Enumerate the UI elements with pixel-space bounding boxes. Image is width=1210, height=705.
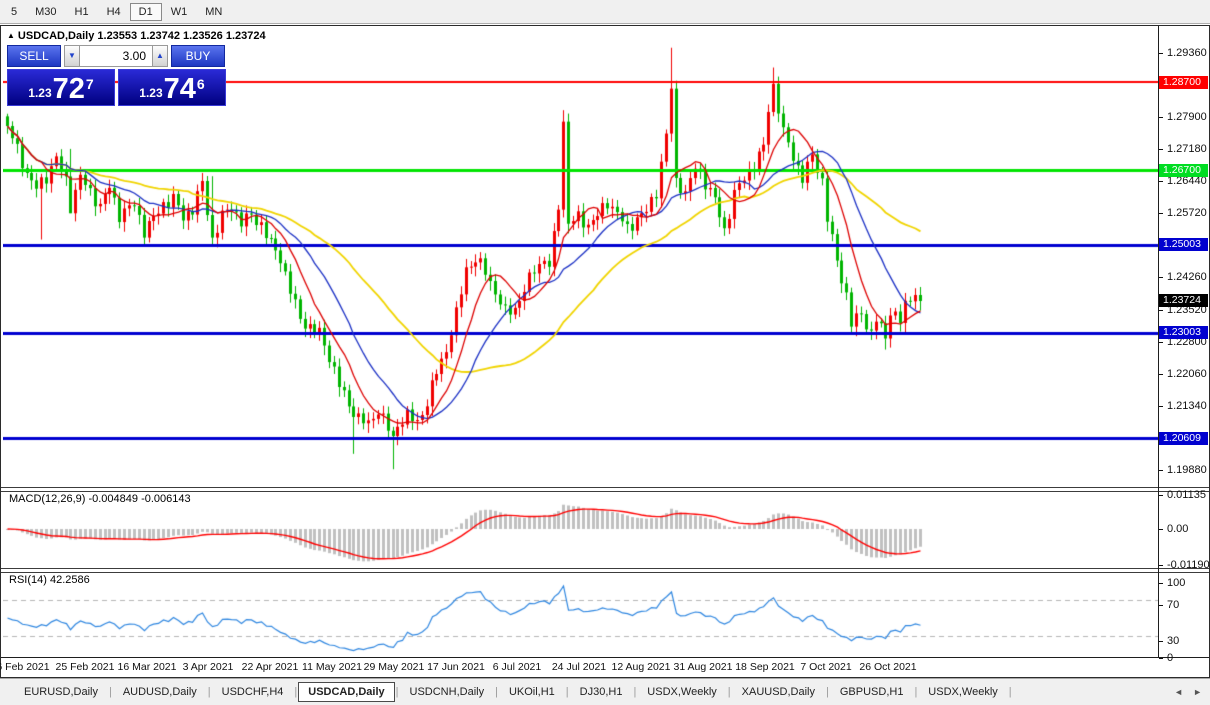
price-tick-label: 1.27180: [1167, 143, 1207, 155]
sell-price-pip: 7: [86, 76, 94, 92]
price-badge: 1.25003: [1159, 238, 1208, 251]
price-tick-mark: [1159, 470, 1163, 471]
tab-usdchf-h4[interactable]: USDCHF,H4: [212, 682, 294, 702]
symbol-period-label: USDCAD,Daily: [18, 30, 94, 42]
price-tick-mark: [1159, 406, 1163, 407]
series-marker-icon: ▲: [7, 31, 15, 40]
rsi-tick-mark: [1159, 583, 1163, 584]
rsi-tick-label: 70: [1167, 599, 1179, 611]
tab-eurusd-daily[interactable]: EURUSD,Daily: [14, 682, 108, 702]
tabs-scroll-right-icon[interactable]: ►: [1193, 687, 1202, 697]
tab-dj30-h1[interactable]: DJ30,H1: [570, 682, 633, 702]
buy-price-big: 74: [164, 73, 196, 105]
price-tick-label: 1.24260: [1167, 271, 1207, 283]
date-axis[interactable]: 6 Feb 202125 Feb 202116 Mar 20213 Apr 20…: [1, 658, 1157, 677]
price-tick-label: 1.22060: [1167, 368, 1207, 380]
price-tick-label: 1.21340: [1167, 400, 1207, 412]
price-tick-label: 1.25720: [1167, 207, 1207, 219]
tab-gbpusd-h1[interactable]: GBPUSD,H1: [830, 682, 914, 702]
price-axis[interactable]: 1.293601.279001.271801.264401.257201.242…: [1159, 26, 1209, 657]
timeframe-button-h4[interactable]: H4: [98, 3, 130, 21]
lot-decrease-button[interactable]: ▼: [64, 45, 80, 67]
macd-indicator-label: MACD(12,26,9) -0.004849 -0.006143: [9, 493, 191, 505]
macd-tick-mark: [1159, 565, 1163, 566]
price-tick-mark: [1159, 117, 1163, 118]
rsi-tick-label: 30: [1167, 635, 1179, 647]
timeframe-button-m30[interactable]: M30: [26, 3, 65, 21]
rsi-indicator-label: RSI(14) 42.2586: [9, 574, 90, 586]
price-badge: 1.26700: [1159, 164, 1208, 177]
macd-tick-label: -0.011904: [1167, 559, 1210, 571]
price-tick-mark: [1159, 149, 1163, 150]
price-tick-label: 1.27900: [1167, 111, 1207, 123]
buy-button[interactable]: BUY: [171, 45, 225, 67]
timeframe-toolbar: 5M30H1H4D1W1MN: [0, 0, 1210, 24]
price-tick-mark: [1159, 310, 1163, 311]
timeframe-button-w1[interactable]: W1: [162, 3, 197, 21]
macd-tick-mark: [1159, 529, 1163, 530]
macd-tick-label: 0.01135: [1167, 489, 1206, 501]
lot-increase-button[interactable]: ▲: [152, 45, 168, 67]
timeframe-button-d1[interactable]: D1: [130, 3, 162, 21]
tab-usdcnh-daily[interactable]: USDCNH,Daily: [400, 682, 495, 702]
tab-scroll-arrows: ◄►: [1174, 687, 1202, 697]
ohlc-values: 1.23553 1.23742 1.23526 1.23724: [97, 30, 265, 42]
price-tick-mark: [1159, 53, 1163, 54]
rsi-tick-label: 0: [1167, 652, 1173, 664]
price-badge: 1.23003: [1159, 326, 1208, 339]
tab-ukoil-h1[interactable]: UKOil,H1: [499, 682, 565, 702]
rsi-tick-label: 100: [1167, 577, 1185, 589]
sell-price-big: 72: [53, 73, 85, 105]
rsi-tick-mark: [1159, 658, 1163, 659]
chart-window: ▲USDCAD,Daily 1.23553 1.23742 1.23526 1.…: [0, 25, 1210, 678]
date-label: 26 Oct 2021: [850, 661, 926, 673]
chart-tab-bar: EURUSD,Daily|AUDUSD,Daily|USDCHF,H4|USDC…: [0, 678, 1210, 705]
price-tick-mark: [1159, 181, 1163, 182]
lot-size-input[interactable]: [80, 45, 152, 67]
rsi-canvas[interactable]: [3, 571, 1158, 657]
tab-usdcad-daily[interactable]: USDCAD,Daily: [298, 682, 394, 702]
one-click-trade-panel: SELL ▼ ▲ BUY 1.23 72 7 1.23 74 6: [7, 45, 227, 106]
tab-xauusd-daily[interactable]: XAUUSD,Daily: [732, 682, 825, 702]
macd-tick-label: 0.00: [1167, 523, 1188, 535]
tab-separator: |: [1008, 686, 1013, 698]
price-tick-mark: [1159, 213, 1163, 214]
price-tick-mark: [1159, 277, 1163, 278]
buy-price-pip: 6: [197, 76, 205, 92]
timeframe-button-h1[interactable]: H1: [66, 3, 98, 21]
price-tick-mark: [1159, 342, 1163, 343]
sell-price-display[interactable]: 1.23 72 7: [7, 69, 115, 106]
price-badge: 1.23724: [1159, 294, 1208, 307]
timeframe-button-mn[interactable]: MN: [196, 3, 231, 21]
tabs-scroll-left-icon[interactable]: ◄: [1174, 687, 1183, 697]
buy-price-prefix: 1.23: [139, 86, 162, 100]
timeframe-button-5[interactable]: 5: [2, 3, 26, 21]
price-tick-mark: [1159, 374, 1163, 375]
price-badge: 1.20609: [1159, 432, 1208, 445]
buy-price-display[interactable]: 1.23 74 6: [118, 69, 226, 106]
tab-usdx-weekly[interactable]: USDX,Weekly: [637, 682, 726, 702]
chart-title: ▲USDCAD,Daily 1.23553 1.23742 1.23526 1.…: [7, 30, 266, 42]
macd-tick-mark: [1159, 495, 1163, 496]
tab-audusd-daily[interactable]: AUDUSD,Daily: [113, 682, 207, 702]
sell-button[interactable]: SELL: [7, 45, 61, 67]
price-tick-label: 1.29360: [1167, 47, 1207, 59]
rsi-tick-mark: [1159, 641, 1163, 642]
rsi-tick-mark: [1159, 605, 1163, 606]
sell-price-prefix: 1.23: [28, 86, 51, 100]
price-tick-label: 1.19880: [1167, 464, 1207, 476]
tab-usdx-weekly[interactable]: USDX,Weekly: [918, 682, 1007, 702]
price-badge: 1.28700: [1159, 76, 1208, 89]
